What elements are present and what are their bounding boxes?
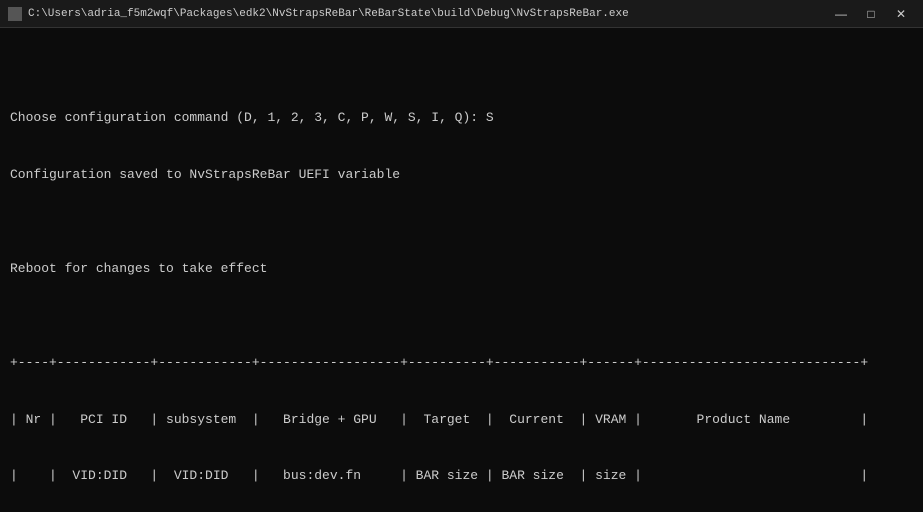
title-bar-left: C:\Users\adria_f5m2wqf\Packages\edk2\NvS… bbox=[8, 7, 629, 21]
close-button[interactable]: ✕ bbox=[887, 4, 915, 24]
terminal-table-header-2: | | VID:DID | VID:DID | bus:dev.fn | BAR… bbox=[10, 467, 913, 486]
terminal-line-4: Reboot for changes to take effect bbox=[10, 260, 913, 279]
minimize-button[interactable]: — bbox=[827, 4, 855, 24]
title-bar-controls: — □ ✕ bbox=[827, 4, 915, 24]
terminal-table-header-1: | Nr | PCI ID | subsystem | Bridge + GPU… bbox=[10, 411, 913, 430]
title-bar: C:\Users\adria_f5m2wqf\Packages\edk2\NvS… bbox=[0, 0, 923, 28]
maximize-button[interactable]: □ bbox=[857, 4, 885, 24]
app-icon bbox=[8, 7, 22, 21]
terminal-table-border-top: +----+------------+------------+--------… bbox=[10, 354, 913, 373]
terminal-line-1: Choose configuration command (D, 1, 2, 3… bbox=[10, 109, 913, 128]
terminal-output: Choose configuration command (D, 1, 2, 3… bbox=[0, 28, 923, 512]
title-text: C:\Users\adria_f5m2wqf\Packages\edk2\NvS… bbox=[28, 8, 629, 20]
terminal-line-2: Configuration saved to NvStrapsReBar UEF… bbox=[10, 166, 913, 185]
